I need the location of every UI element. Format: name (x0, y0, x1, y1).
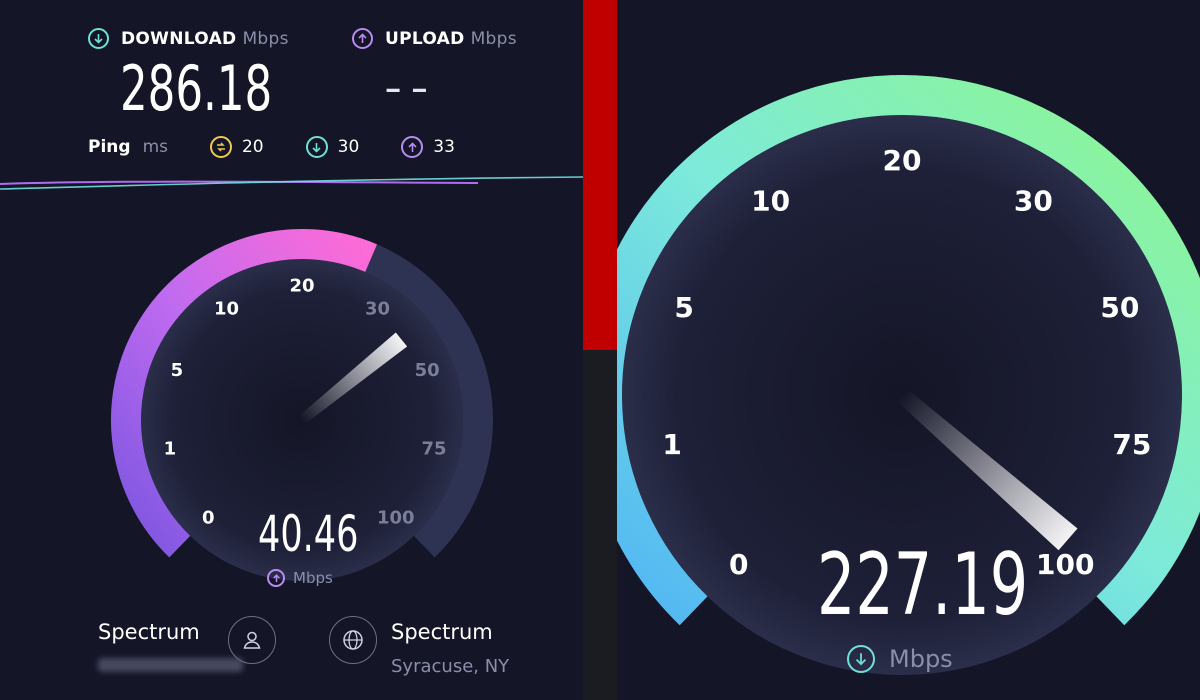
gauge-tick-label-75: 75 (1112, 428, 1151, 461)
gauge-tick-label-1: 1 (164, 439, 177, 460)
globe-icon[interactable] (329, 616, 377, 664)
gauge-tick-label-100: 100 (1036, 548, 1094, 581)
gauge-unit: Mbps (889, 645, 953, 673)
gauge-tick-label-50: 50 (415, 360, 440, 381)
gauge-tick-label-100: 100 (377, 508, 415, 529)
upload-speed-gauge: 0 1 5 10 20 30 50 75 100 (111, 229, 493, 581)
gauge-current-value: 40.46 (258, 505, 359, 563)
gauge-tick-label-5: 5 (171, 360, 184, 381)
gauge-tick-label-0: 0 (729, 548, 748, 581)
gauge-tick-label-10: 10 (214, 299, 239, 320)
left-speedtest-panel: DOWNLOAD Mbps 286.18 UPLOAD Mbps – – Pin… (0, 0, 583, 700)
gauge-tick-label-20: 20 (289, 275, 314, 296)
gauge-tick-label-50: 50 (1100, 291, 1139, 324)
gauge-tick-label-30: 30 (365, 299, 390, 320)
gauge-tick-label-0: 0 (202, 508, 215, 529)
isp-name: Spectrum (98, 620, 200, 644)
ip-address-redacted (98, 656, 243, 677)
dark-divider (583, 350, 617, 700)
gauge-tick-label-75: 75 (422, 439, 447, 460)
gauge-unit-row: Mbps (267, 569, 333, 587)
gauge-current-value: 227.19 (817, 535, 1029, 635)
gauge-tick-label-10: 10 (751, 184, 790, 217)
arrow-up-circle-icon (267, 569, 285, 587)
server-name: Spectrum (391, 620, 493, 644)
gauge-tick-label-1: 1 (662, 428, 681, 461)
gauge-unit-row: Mbps (847, 645, 953, 673)
gauge-tick-label-5: 5 (674, 291, 693, 324)
right-speedtest-panel: 0 1 5 10 20 30 50 75 100 227.19 Mbps (617, 0, 1200, 700)
gauge-tick-label-20: 20 (883, 144, 922, 177)
gauge-unit: Mbps (293, 569, 333, 587)
arrow-down-circle-icon (847, 645, 875, 673)
user-icon[interactable] (228, 616, 276, 664)
server-info[interactable]: Spectrum Syracuse, NY (391, 620, 509, 677)
server-location: Syracuse, NY (391, 656, 510, 677)
isp-info: Spectrum (98, 620, 243, 677)
gauge-tick-label-30: 30 (1014, 184, 1053, 217)
red-divider (583, 0, 617, 350)
